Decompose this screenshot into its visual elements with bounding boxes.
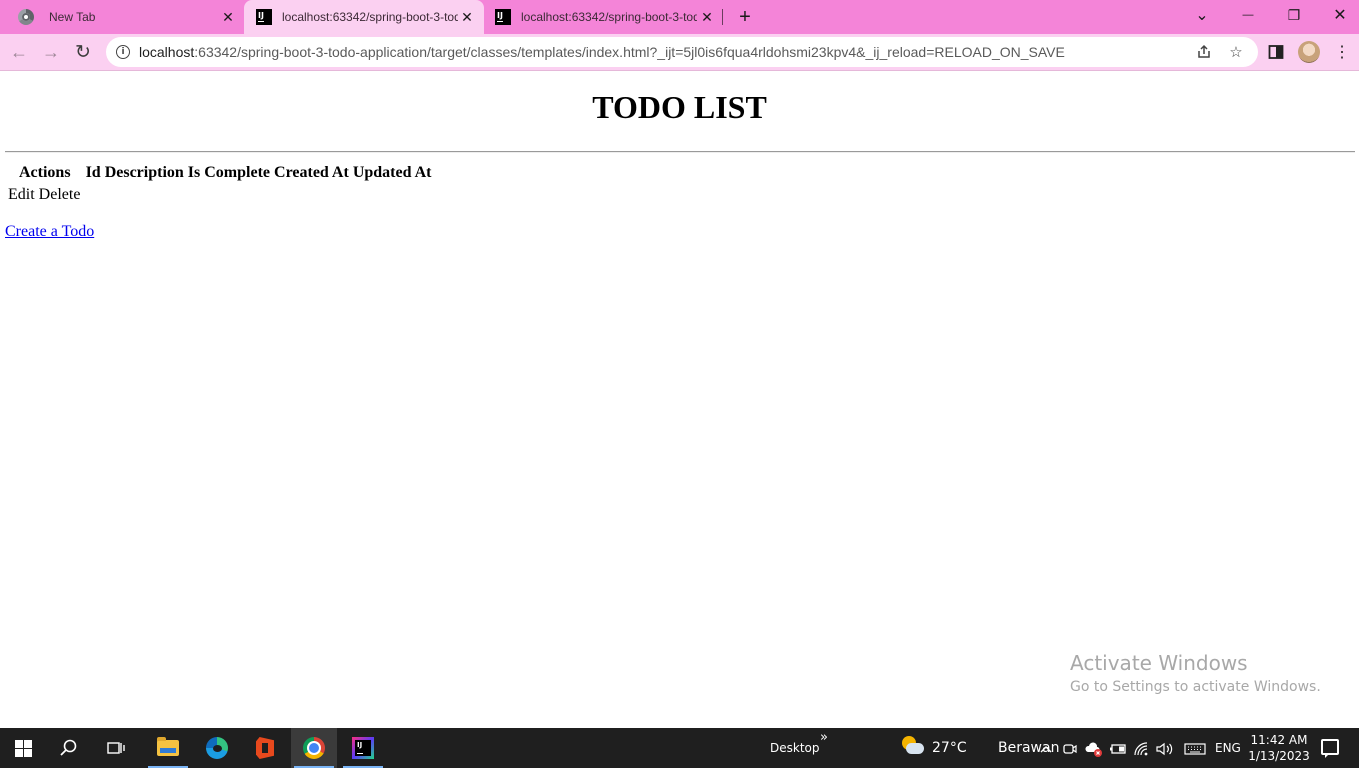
intellij-icon: IJ: [495, 9, 511, 25]
close-tab-icon[interactable]: ✕: [698, 8, 716, 26]
system-clock[interactable]: 11:42 AM 1/13/2023: [1246, 732, 1312, 764]
search-icon[interactable]: [46, 728, 92, 768]
tab-new-tab[interactable]: New Tab ✕: [8, 0, 244, 34]
url-path: :63342/spring-boot-3-todo-application/ta…: [194, 44, 1065, 60]
table-cell: [352, 185, 433, 205]
file-explorer-button[interactable]: [145, 728, 191, 768]
edge-button[interactable]: [194, 728, 240, 768]
battery-icon[interactable]: [1109, 740, 1127, 758]
page-content: TODO LIST Actions Id Description Is Comp…: [0, 71, 1359, 728]
meet-now-icon[interactable]: [1061, 740, 1079, 758]
restore-button[interactable]: ❐: [1271, 0, 1317, 30]
clock-time: 11:42 AM: [1250, 733, 1308, 747]
weather-temperature[interactable]: 27°C: [932, 740, 967, 756]
weather-icon[interactable]: [900, 736, 926, 758]
kebab-menu-icon[interactable]: ⋮: [1329, 39, 1355, 65]
chevron-up-icon[interactable]: [1037, 740, 1055, 758]
office-button[interactable]: [242, 728, 288, 768]
table-header-row: Actions Id Description Is Complete Creat…: [7, 163, 433, 183]
desktop-toolbar-label[interactable]: Desktop: [770, 741, 820, 755]
activate-windows-watermark: Activate Windows Go to Settings to activ…: [1070, 651, 1321, 695]
column-header-is-complete: Is Complete: [187, 164, 271, 181]
chrome-icon: [303, 737, 325, 759]
share-icon[interactable]: [1194, 42, 1214, 62]
keyboard-icon[interactable]: [1183, 740, 1207, 758]
desktop-chevron-icon[interactable]: »: [820, 730, 828, 745]
windows-taskbar: IJ Desktop » 27°C Berawan ENG 11:42 AM 1…: [0, 728, 1359, 768]
create-todo-link[interactable]: Create a Todo: [5, 223, 94, 241]
new-tab-button[interactable]: +: [733, 5, 757, 29]
tab-strip: New Tab ✕ IJ localhost:63342/spring-boot…: [0, 0, 1359, 34]
row-actions-cell: Edit Delete: [7, 185, 83, 205]
folder-icon: [157, 737, 179, 756]
page-title: TODO LIST: [592, 89, 767, 125]
minimize-button[interactable]: —: [1225, 0, 1271, 30]
start-button[interactable]: [0, 728, 46, 768]
column-header-actions: Actions: [19, 164, 71, 181]
edge-icon: [206, 737, 228, 759]
forward-button[interactable]: →: [37, 38, 65, 66]
column-header-updated-at: Updated At: [352, 164, 432, 181]
close-tab-icon[interactable]: ✕: [458, 8, 476, 26]
intellij-icon: IJ: [256, 9, 272, 25]
chrome-icon: [18, 9, 34, 25]
star-icon[interactable]: ☆: [1226, 42, 1246, 62]
delete-action[interactable]: Delete: [39, 186, 81, 203]
tab-title: New Tab: [49, 10, 96, 24]
info-icon[interactable]: i: [116, 45, 130, 59]
table-cell: [273, 185, 350, 205]
intellij-icon: IJ: [352, 737, 374, 759]
url-host: localhost: [139, 44, 195, 60]
intellij-taskbar-button[interactable]: IJ: [340, 728, 386, 768]
url-text[interactable]: localhost:63342/spring-boot-3-todo-appli…: [139, 44, 1065, 60]
table-cell: [104, 185, 185, 205]
tab-separator: [722, 9, 723, 25]
close-window-button[interactable]: ✕: [1317, 0, 1359, 30]
office-icon: [256, 737, 274, 759]
tab-todo-active[interactable]: IJ localhost:63342/spring-boot-3-todo-ap…: [244, 0, 484, 34]
close-tab-icon[interactable]: ✕: [219, 8, 237, 26]
cloud-sync-error-icon[interactable]: [1085, 740, 1103, 758]
volume-icon[interactable]: [1156, 740, 1174, 758]
tab-title: localhost:63342/spring-boot-3-todo-appli…: [521, 10, 697, 24]
table-cell: [187, 185, 271, 205]
windows-logo-icon: [14, 739, 32, 757]
tab-search-button[interactable]: ⌄: [1179, 0, 1225, 30]
column-header-created-at: Created At: [274, 164, 349, 181]
side-panel-icon[interactable]: [1263, 39, 1289, 65]
table-cell: [85, 185, 102, 205]
notifications-icon[interactable]: [1321, 739, 1339, 758]
column-header-description: Description: [104, 164, 184, 181]
profile-avatar[interactable]: [1298, 41, 1320, 63]
back-button[interactable]: ←: [5, 38, 33, 66]
task-view-icon[interactable]: [93, 728, 139, 768]
browser-toolbar: ← → ↻ i localhost:63342/spring-boot-3-to…: [0, 34, 1359, 71]
language-indicator[interactable]: ENG: [1215, 741, 1241, 755]
chrome-taskbar-button[interactable]: [291, 728, 337, 768]
table-row: Edit Delete: [7, 185, 433, 205]
todo-table: Actions Id Description Is Complete Creat…: [5, 161, 435, 207]
tab-title: localhost:63342/spring-boot-3-todo-appli…: [282, 10, 458, 24]
edit-action[interactable]: Edit: [8, 186, 35, 203]
reload-button[interactable]: ↻: [69, 38, 97, 66]
address-bar[interactable]: i localhost:63342/spring-boot-3-todo-app…: [106, 37, 1258, 67]
tab-todo-second[interactable]: IJ localhost:63342/spring-boot-3-todo-ap…: [484, 0, 720, 34]
watermark-subtitle: Go to Settings to activate Windows.: [1070, 679, 1321, 695]
clock-date: 1/13/2023: [1248, 749, 1310, 763]
wifi-icon[interactable]: [1133, 740, 1151, 758]
horizontal-rule: [5, 151, 1355, 153]
column-header-id: Id: [85, 164, 101, 181]
watermark-title: Activate Windows: [1070, 651, 1248, 675]
